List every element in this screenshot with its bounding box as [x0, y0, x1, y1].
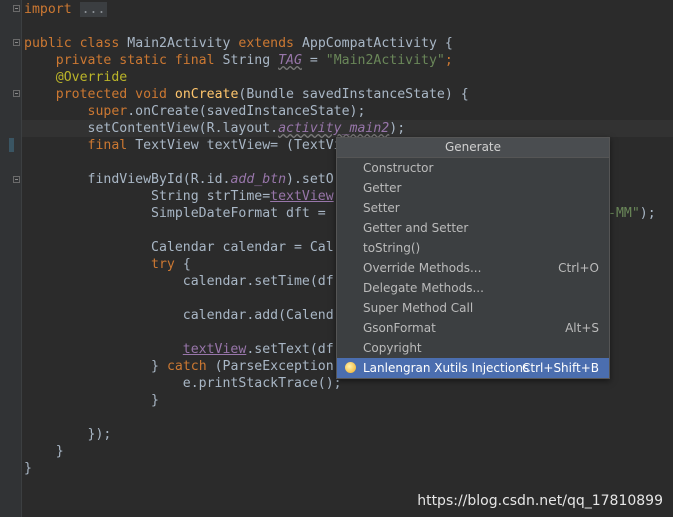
menu-item-tostring[interactable]: toString(): [337, 238, 609, 258]
code-line[interactable]: String strTime=textView: [24, 188, 334, 205]
code-line[interactable]: calendar.setTime(df: [24, 273, 334, 290]
code-line[interactable]: import ...: [24, 1, 108, 18]
folded-imports[interactable]: ...: [79, 2, 108, 17]
code-line[interactable]: Calendar calendar = Cal: [24, 239, 334, 256]
code-line[interactable]: SimpleDateFormat dft =: [24, 205, 334, 222]
code-line[interactable]: e.printStackTrace();: [24, 375, 342, 392]
code-line[interactable]: private static final String TAG = "Main2…: [24, 52, 453, 69]
generate-popup-menu[interactable]: Generate Constructor Getter Setter Gette…: [336, 137, 610, 379]
code-line[interactable]: @Override: [24, 69, 127, 86]
code-line[interactable]: }: [24, 392, 159, 409]
fold-toggle-icon[interactable]: [13, 5, 20, 12]
menu-item-xutils-injections[interactable]: Lanlengran Xutils Injections Ctrl+Shift+B: [337, 358, 609, 378]
menu-item-setter[interactable]: Setter: [337, 198, 609, 218]
plugin-icon: [345, 362, 356, 373]
menu-item-gsonformat[interactable]: GsonFormat Alt+S: [337, 318, 609, 338]
code-line[interactable]: textView.setText(df: [24, 341, 334, 358]
code-line[interactable]: } catch (ParseException: [24, 358, 334, 375]
code-line[interactable]: super.onCreate(savedInstanceState);: [24, 103, 366, 120]
code-line[interactable]: }: [24, 460, 32, 477]
menu-item-getter-and-setter[interactable]: Getter and Setter: [337, 218, 609, 238]
menu-item-super-method-call[interactable]: Super Method Call: [337, 298, 609, 318]
code-line[interactable]: });: [24, 426, 112, 443]
change-marker: [9, 138, 14, 152]
code-line-tail: -MM");: [608, 206, 656, 221]
fold-toggle-icon[interactable]: [13, 39, 20, 46]
menu-item-copyright[interactable]: Copyright: [337, 338, 609, 358]
menu-item-getter[interactable]: Getter: [337, 178, 609, 198]
code-line[interactable]: calendar.add(Calend: [24, 307, 334, 324]
code-line[interactable]: }: [24, 443, 64, 460]
watermark-text: https://blog.csdn.net/qq_17810899: [417, 493, 663, 509]
code-line[interactable]: findViewById(R.id.add_btn).setO: [24, 171, 334, 188]
code-line[interactable]: protected void onCreate(Bundle savedInst…: [24, 86, 469, 103]
popup-title: Generate: [337, 138, 609, 158]
editor-gutter: [0, 0, 21, 517]
fold-toggle-icon[interactable]: [13, 90, 20, 97]
code-line[interactable]: setContentView(R.layout.activity_main2);: [24, 120, 406, 137]
menu-item-delegate-methods[interactable]: Delegate Methods...: [337, 278, 609, 298]
code-line[interactable]: public class Main2Activity extends AppCo…: [24, 35, 453, 52]
menu-item-constructor[interactable]: Constructor: [337, 158, 609, 178]
code-line[interactable]: final TextView textView= (TextVie: [24, 137, 350, 154]
fold-toggle-icon[interactable]: [13, 176, 20, 183]
menu-item-override-methods[interactable]: Override Methods... Ctrl+O: [337, 258, 609, 278]
code-line[interactable]: try {: [24, 256, 191, 273]
